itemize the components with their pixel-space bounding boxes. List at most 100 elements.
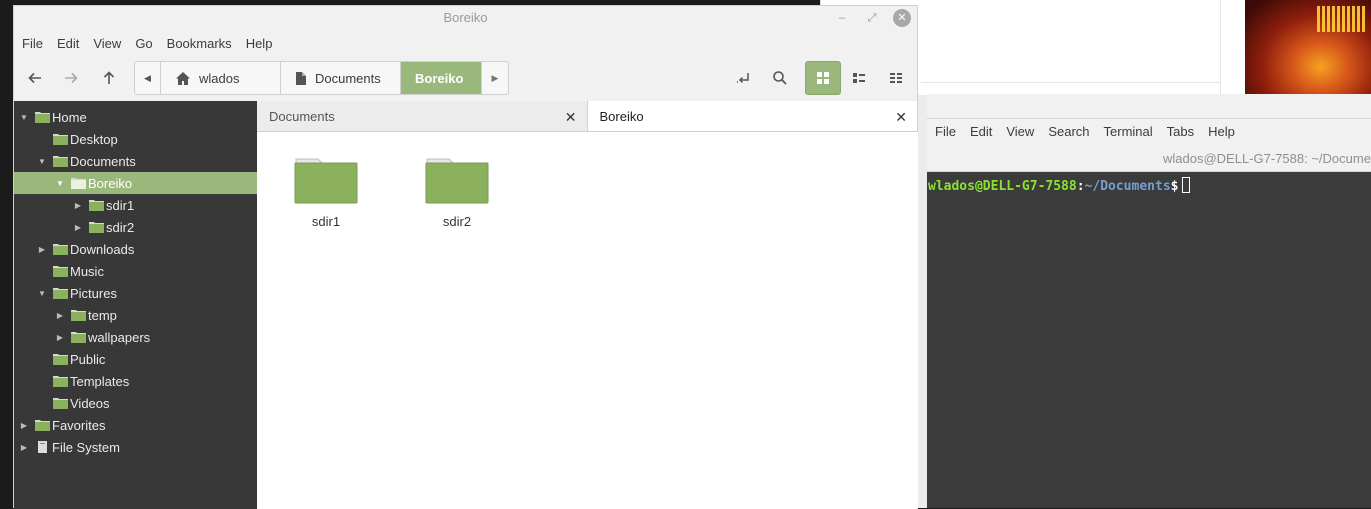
sidebar-item-label: Templates xyxy=(70,373,130,389)
terminal-menu-tabs[interactable]: Tabs xyxy=(1160,119,1201,143)
expander-closed-icon[interactable]: ▶ xyxy=(73,200,83,210)
sidebar-item-home[interactable]: ▼ Home xyxy=(14,106,257,128)
expander-open-icon[interactable]: ▼ xyxy=(19,112,29,122)
expander-closed-icon[interactable]: ▶ xyxy=(19,420,29,430)
file-item[interactable]: sdir2 xyxy=(412,153,502,229)
terminal-output[interactable]: wlados@DELL-G7-7588:~/Documents$ xyxy=(927,172,1371,194)
up-button[interactable] xyxy=(94,64,124,92)
breadcrumb-scroll-right[interactable]: ▶ xyxy=(482,62,508,94)
sidebar-item-file-system[interactable]: ▶ File System xyxy=(14,436,257,458)
terminal-menu-terminal[interactable]: Terminal xyxy=(1097,119,1160,143)
sidebar-item-sdir1[interactable]: ▶ sdir1 xyxy=(14,194,257,216)
tab-bar: Documents ✕ Boreiko ✕ xyxy=(257,101,918,132)
music-folder-icon xyxy=(53,266,68,277)
sidebar-item-sdir2[interactable]: ▶ sdir2 xyxy=(14,216,257,238)
expander-closed-icon[interactable]: ▶ xyxy=(73,222,83,232)
minimize-button[interactable]: – xyxy=(833,9,851,27)
breadcrumb-home[interactable]: wlados xyxy=(161,62,281,94)
folder-icon xyxy=(71,178,86,189)
expander-closed-icon[interactable]: ▶ xyxy=(37,244,47,254)
back-button[interactable] xyxy=(20,64,50,92)
menu-help[interactable]: Help xyxy=(239,31,280,55)
sidebar-item-label: wallpapers xyxy=(88,329,151,345)
videos-folder-icon xyxy=(53,398,68,409)
sidebar-item-videos[interactable]: Videos xyxy=(14,392,257,414)
sidebar-item-pictures[interactable]: ▼ Pictures xyxy=(14,282,257,304)
sidebar-item-documents[interactable]: ▼ Documents xyxy=(14,150,257,172)
sidebar-item-label: Downloads xyxy=(70,241,135,257)
sidebar-item-music[interactable]: Music xyxy=(14,260,257,282)
toggle-location-button[interactable] xyxy=(728,64,758,92)
tab-close-icon[interactable]: ✕ xyxy=(565,109,577,126)
sidebar-item-desktop[interactable]: Desktop xyxy=(14,128,257,150)
maximize-button[interactable]: ⤢ xyxy=(863,9,881,27)
menu-edit[interactable]: Edit xyxy=(50,31,86,55)
divider xyxy=(921,82,1221,83)
sidebar-item-wallpapers[interactable]: ▶ wallpapers xyxy=(14,326,257,348)
terminal-menu-help[interactable]: Help xyxy=(1201,119,1242,143)
breadcrumb-boreiko[interactable]: Boreiko xyxy=(401,62,482,94)
sidebar-item-label: File System xyxy=(52,439,120,455)
tab-boreiko[interactable]: Boreiko ✕ xyxy=(587,101,918,131)
file-view-pane[interactable]: Documents ✕ Boreiko ✕ sdir1 sdir2 xyxy=(257,101,918,509)
tab-close-icon[interactable]: ✕ xyxy=(895,109,907,126)
sidebar-item-label: Public xyxy=(70,351,106,367)
folder-icon xyxy=(71,332,86,343)
terminal-cursor xyxy=(1182,177,1191,193)
menu-bookmarks[interactable]: Bookmarks xyxy=(160,31,239,55)
icon-view-button[interactable] xyxy=(805,61,841,95)
window-title: Boreiko xyxy=(443,10,488,25)
home-icon xyxy=(176,71,190,85)
terminal-menu-file[interactable]: File xyxy=(928,119,963,143)
home-folder-icon xyxy=(35,112,50,123)
terminal-title: wlados@DELL-G7-7588: ~/Documents xyxy=(1163,151,1371,166)
breadcrumb-documents[interactable]: Documents xyxy=(281,62,401,94)
breadcrumb-boreiko-label: Boreiko xyxy=(415,70,464,86)
sidebar-item-label: Home xyxy=(52,109,87,125)
prompt-dollar: $ xyxy=(1170,179,1179,194)
sidebar-item-public[interactable]: Public xyxy=(14,348,257,370)
sidebar-item-label: Videos xyxy=(70,395,110,411)
file-manager-window: Boreiko – ⤢ ✕ File Edit View Go Bookmark… xyxy=(13,5,918,509)
prompt-separator: : xyxy=(1076,179,1085,194)
forward-button[interactable] xyxy=(56,64,86,92)
sidebar-item-label: temp xyxy=(88,307,117,323)
compact-view-button[interactable] xyxy=(878,61,914,95)
menubar: File Edit View Go Bookmarks Help xyxy=(14,31,917,55)
titlebar[interactable]: Boreiko – ⤢ ✕ xyxy=(14,6,917,31)
menu-go[interactable]: Go xyxy=(128,31,159,55)
breadcrumb-scroll-left[interactable]: ◀ xyxy=(135,62,161,94)
sidebar-item-label: Favorites xyxy=(52,417,106,433)
list-view-button[interactable] xyxy=(841,61,877,95)
menu-file[interactable]: File xyxy=(15,31,50,55)
menu-view[interactable]: View xyxy=(86,31,128,55)
document-icon xyxy=(296,71,306,85)
terminal-menu-search[interactable]: Search xyxy=(1041,119,1096,143)
terminal-menubar: File Edit View Search Terminal Tabs Help xyxy=(927,119,1371,145)
folder-icon xyxy=(53,156,68,167)
scrollbar[interactable] xyxy=(1220,0,1221,95)
tab-documents[interactable]: Documents ✕ xyxy=(257,101,588,131)
grid-view-icon xyxy=(817,72,829,84)
close-button[interactable]: ✕ xyxy=(893,9,911,27)
expander-closed-icon[interactable]: ▶ xyxy=(55,310,65,320)
terminal-menu-edit[interactable]: Edit xyxy=(963,119,999,143)
sidebar-item-templates[interactable]: Templates xyxy=(14,370,257,392)
expander-closed-icon[interactable]: ▶ xyxy=(55,332,65,342)
sidebar-item-favorites[interactable]: ▶ Favorites xyxy=(14,414,257,436)
expander-open-icon[interactable]: ▼ xyxy=(55,178,65,188)
downloads-folder-icon xyxy=(53,244,68,255)
drive-icon xyxy=(38,441,47,453)
expander-closed-icon[interactable]: ▶ xyxy=(19,442,29,452)
list-view-icon xyxy=(853,73,865,83)
search-button[interactable] xyxy=(765,64,795,92)
terminal-titlebar[interactable] xyxy=(927,94,1371,119)
expander-open-icon[interactable]: ▼ xyxy=(37,156,47,166)
sidebar-item-boreiko[interactable]: ▼ Boreiko xyxy=(14,172,257,194)
sidebar-item-temp[interactable]: ▶ temp xyxy=(14,304,257,326)
terminal-menu-view[interactable]: View xyxy=(999,119,1041,143)
file-item[interactable]: sdir1 xyxy=(281,153,371,229)
search-icon xyxy=(773,71,787,85)
sidebar-item-downloads[interactable]: ▶ Downloads xyxy=(14,238,257,260)
expander-open-icon[interactable]: ▼ xyxy=(37,288,47,298)
